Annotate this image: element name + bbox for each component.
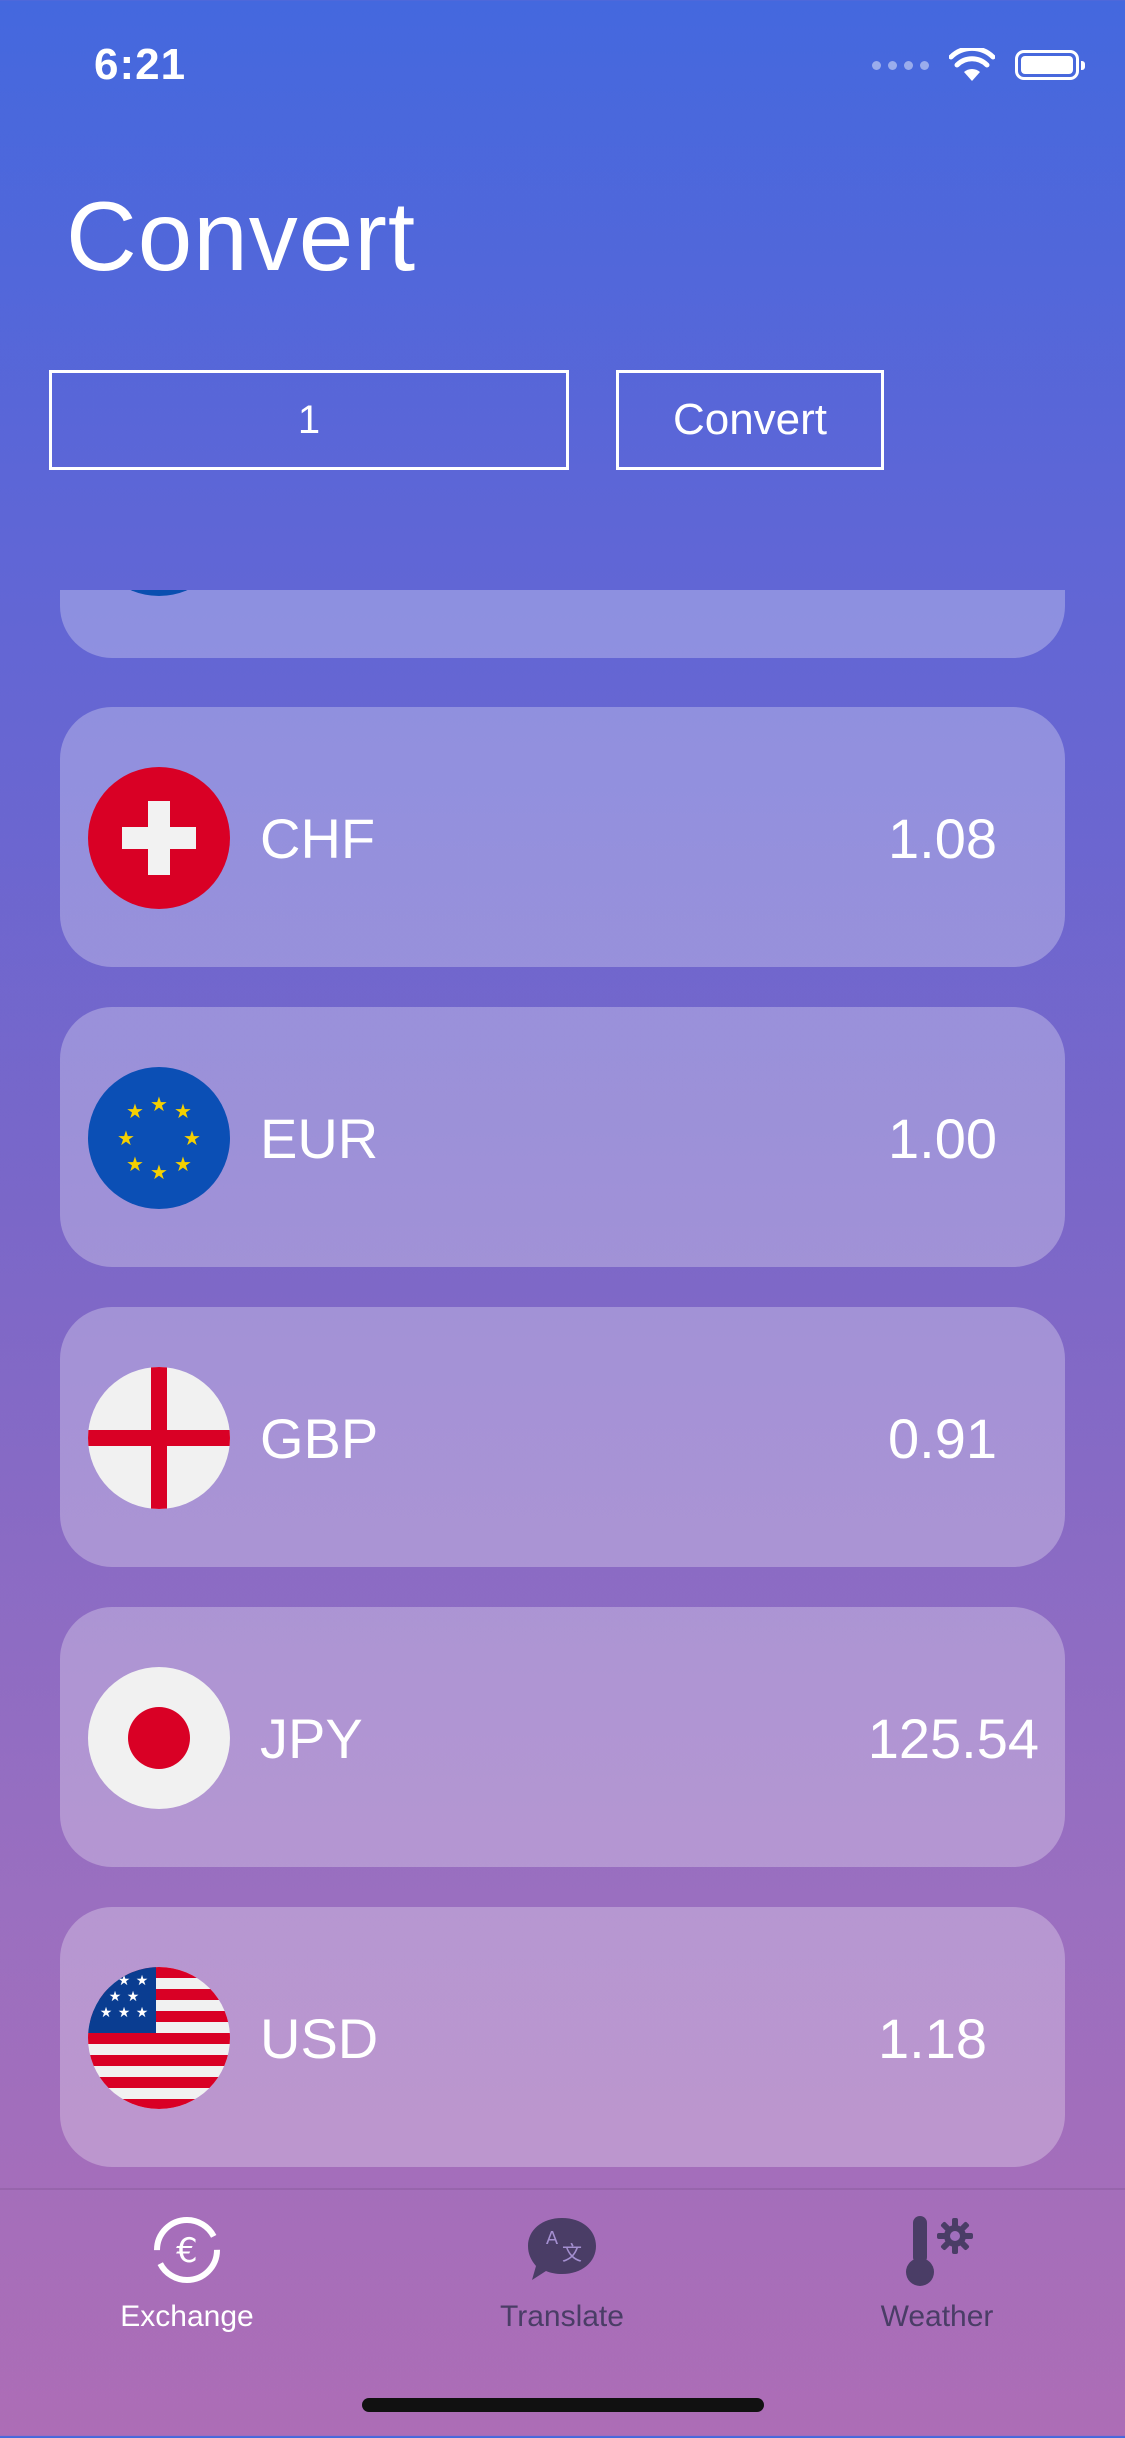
status-icons [872,48,1085,82]
currency-card-chf[interactable]: CHF 1.08 [60,707,1065,967]
wifi-icon [949,48,995,81]
currency-card-gbp[interactable]: GBP 0.91 [60,1307,1065,1567]
svg-text:★: ★ [118,1973,131,1989]
svg-text:★: ★ [127,1989,140,2005]
svg-text:★: ★ [100,2005,113,2021]
svg-text:★: ★ [100,1973,113,1989]
currency-code: USD [260,2007,379,2070]
exchange-icon: € [154,2217,220,2283]
currency-rate: 1.18 [878,2007,987,2070]
svg-text:★: ★ [126,1099,144,1123]
usa-flag-icon: ★ ★ ★ ★ ★ ★ ★ ★ [88,1967,230,2109]
svg-text:文: 文 [562,2241,582,2265]
amount-input[interactable] [49,370,569,470]
svg-text:★: ★ [183,1126,201,1150]
tab-translate[interactable]: A 文 Translate [452,2210,672,2334]
home-indicator [362,2398,764,2412]
currency-card-jpy[interactable]: JPY 125.54 [60,1607,1065,1867]
currency-rate: 0.91 [888,1407,997,1470]
currency-code: GBP [260,1407,379,1470]
tab-label: Exchange [120,2300,254,2333]
swiss-flag-icon [88,767,230,909]
currency-list[interactable]: CHF 1.08 ★ ★ ★ ★ ★ ★ ★ ★ EUR 1.00 GBP 0.91 JPY… [0,590,1125,2188]
currency-rate: 125.54 [867,1707,1039,1770]
svg-text:★: ★ [136,1973,149,1989]
tab-weather[interactable]: Weather [827,2210,1047,2334]
tab-exchange[interactable]: € Exchange [77,2210,297,2334]
svg-text:★: ★ [150,1160,168,1184]
england-flag-icon [88,1367,230,1509]
japan-flag-icon [88,1667,230,1809]
svg-text:★: ★ [126,1152,144,1176]
page-title: Convert [66,181,417,291]
translate-icon: A 文 [528,2218,596,2280]
svg-text:★: ★ [174,1152,192,1176]
currency-code: EUR [260,1107,379,1170]
svg-text:★: ★ [136,2005,149,2021]
svg-text:€: € [176,2231,198,2271]
eu-flag-icon: ★ ★ ★ ★ ★ ★ ★ ★ [88,1067,230,1209]
currency-card[interactable] [60,590,1065,658]
weather-icon [906,2216,973,2286]
svg-text:★: ★ [117,1126,135,1150]
svg-text:★: ★ [174,1099,192,1123]
currency-card-eur[interactable]: ★ ★ ★ ★ ★ ★ ★ ★ EUR 1.00 [60,1007,1065,1267]
currency-code: JPY [260,1707,363,1770]
status-time: 6:21 [94,40,187,89]
convert-button[interactable]: Convert [616,370,884,470]
tab-label: Weather [880,2300,994,2333]
battery-icon [1015,50,1085,80]
tab-label: Translate [500,2300,624,2333]
svg-text:★: ★ [109,1989,122,2005]
currency-rate: 1.08 [888,807,997,870]
currency-code: CHF [260,807,376,870]
currency-card-usd[interactable]: ★ ★ ★ ★ ★ ★ ★ ★ USD 1.18 [60,1907,1065,2167]
svg-text:A: A [546,2228,559,2249]
currency-rate: 1.00 [888,1107,997,1170]
svg-text:★: ★ [118,2005,131,2021]
cellular-signal-icon [872,60,929,70]
blue-flag-icon [88,590,230,596]
svg-text:★: ★ [150,1092,168,1116]
